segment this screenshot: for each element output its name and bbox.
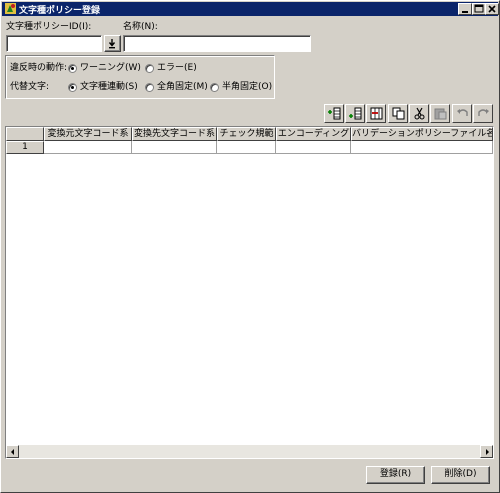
row-number[interactable]: 1	[6, 141, 44, 154]
table-cell[interactable]	[44, 141, 132, 154]
column-header[interactable]: チェック規範	[217, 127, 276, 141]
radio-fullwidth[interactable]	[145, 83, 154, 92]
cut-button[interactable]	[409, 104, 429, 123]
arrow-left-icon	[11, 449, 14, 455]
substitute-label: 代替文字:	[10, 82, 50, 92]
redo-button[interactable]	[473, 104, 493, 123]
table-cell[interactable]	[132, 141, 217, 154]
column-header[interactable]: バリデーションポリシーファイル名	[351, 127, 493, 141]
insert-row-below-button[interactable]	[345, 104, 365, 123]
name-label: 名称(N):	[123, 22, 158, 32]
insert-column-icon	[370, 107, 383, 120]
insert-row-above-icon	[328, 107, 341, 120]
scroll-right-button[interactable]	[480, 445, 493, 458]
undo-icon	[457, 109, 468, 116]
radio-warning[interactable]	[68, 64, 77, 73]
table-cell[interactable]	[276, 141, 351, 154]
radio-halfwidth-label[interactable]: 半角固定(O)	[222, 82, 272, 93]
insert-column-button[interactable]	[366, 104, 386, 123]
table-cell[interactable]	[351, 141, 493, 154]
name-input[interactable]	[123, 35, 311, 52]
radio-fullwidth-label[interactable]: 全角固定(M)	[157, 82, 208, 93]
minimize-button[interactable]	[458, 3, 472, 15]
title-bar[interactable]: 文字種ポリシー登録	[2, 2, 499, 16]
radio-halfwidth[interactable]	[210, 83, 219, 92]
radio-error-label[interactable]: エラー(E)	[157, 63, 197, 74]
app-icon	[4, 2, 17, 15]
table-cell[interactable]	[217, 141, 276, 154]
corner-header	[6, 127, 44, 141]
radio-char-linked[interactable]	[68, 83, 77, 92]
radio-error[interactable]	[145, 64, 154, 73]
radio-char-linked-label[interactable]: 文字種連動(S)	[80, 82, 138, 93]
column-header[interactable]: 変換先文字コード系	[132, 127, 217, 141]
redo-icon	[478, 109, 489, 116]
cut-icon	[414, 107, 425, 120]
policy-id-label: 文字種ポリシーID(I):	[6, 22, 92, 32]
paste-button[interactable]	[430, 104, 450, 123]
delete-button[interactable]: 削除(D)	[431, 466, 490, 484]
policy-id-input[interactable]	[6, 35, 102, 52]
insert-row-below-icon	[349, 107, 362, 120]
column-header[interactable]: 変換元文字コード系	[44, 127, 132, 141]
paste-icon	[434, 108, 447, 120]
column-header[interactable]: エンコーディング	[276, 127, 351, 141]
download-arrow-icon	[108, 39, 116, 49]
arrow-right-icon	[486, 449, 489, 455]
radio-warning-label[interactable]: ワーニング(W)	[80, 63, 141, 74]
copy-button[interactable]	[388, 104, 408, 123]
violation-label: 違反時の動作:	[10, 63, 68, 73]
undo-button[interactable]	[452, 104, 472, 123]
policy-select-button[interactable]	[104, 35, 121, 52]
policy-table[interactable]: 変換元文字コード系 変換先文字コード系 チェック規範 エンコーディング バリデー…	[5, 126, 494, 459]
horizontal-scrollbar[interactable]	[6, 445, 493, 458]
scroll-left-button[interactable]	[6, 445, 19, 458]
maximize-button[interactable]	[472, 3, 486, 15]
close-button[interactable]	[485, 3, 499, 15]
register-button[interactable]: 登録(R)	[366, 466, 425, 484]
insert-row-above-button[interactable]	[324, 104, 344, 123]
copy-icon	[392, 107, 405, 120]
window-title: 文字種ポリシー登録	[19, 6, 101, 16]
